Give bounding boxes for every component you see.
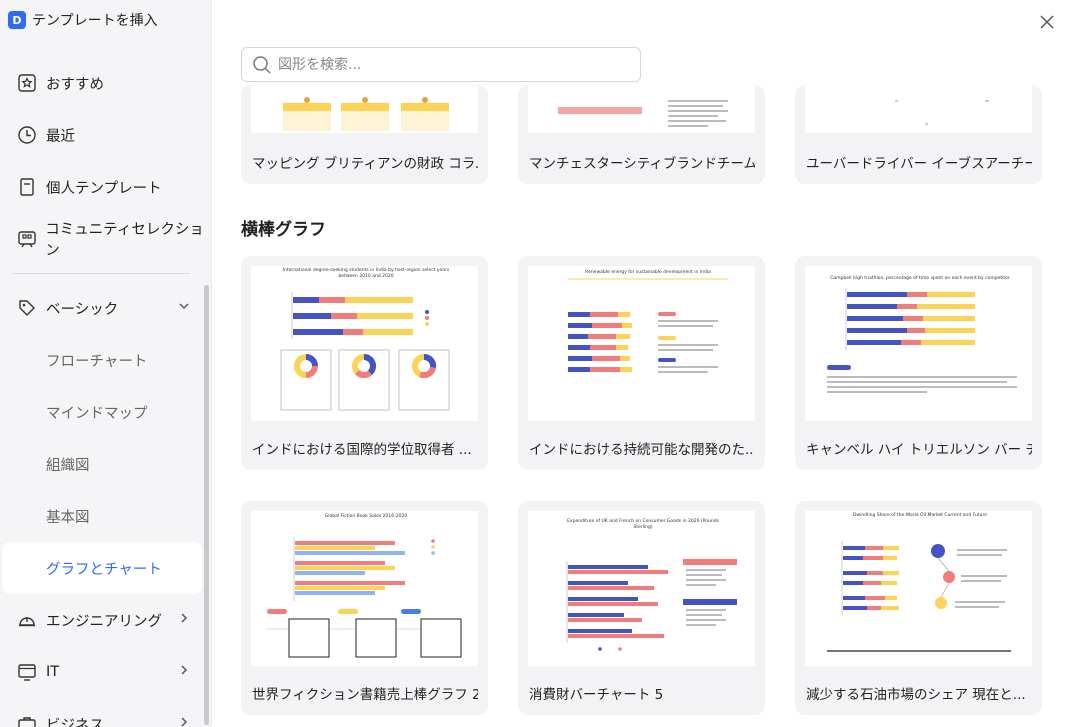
helmet-icon [16,609,38,631]
sidebar-item-engineering[interactable]: エンジニアリング [0,594,211,646]
template-card-title: マンチェスターシティブランドチームバリュ... [529,156,755,172]
sidebar-item-label: ベーシック [46,301,119,318]
app-title: D テンプレートを挿入 [8,10,158,30]
sidebar: D テンプレートを挿入 おすすめ 最近 個人テンプレート コミュニティセレクショ… [0,0,212,727]
search-box[interactable] [241,47,641,82]
sidebar-subitem-basic-diagram[interactable]: 基本図 [0,490,211,542]
template-card-title: ユーバードライバー イーブスアーチーパー ... [806,156,1032,172]
sidebar-item-label: コミュニティセレクション [45,222,204,259]
template-thumbnail: Dwindling Share of the World Oil Market … [805,511,1032,666]
template-thumbnail [805,85,1032,133]
sidebar-item-basic[interactable]: ベーシック [0,282,211,334]
sidebar-item-community[interactable]: コミュニティセレクション [0,213,211,265]
sidebar-item-it[interactable]: IT [0,646,211,698]
sidebar-item-personal-templates[interactable]: 個人テンプレート [0,161,211,213]
sidebar-divider [12,273,190,274]
sidebar-item-label: エンジニアリング [46,613,162,630]
template-thumbnail: Expenditure of UK and French on Consumer… [528,511,755,666]
sidebar-item-label: 個人テンプレート [46,180,162,197]
sidebar-subitem-mindmap[interactable]: マインドマップ [0,386,211,438]
app-title-text: テンプレートを挿入 [32,13,158,29]
template-card[interactable]: Global Fiction Book Sales 2016-2020 世界フィ… [241,501,488,715]
community-icon [16,228,37,250]
search-icon [253,55,271,74]
template-card-title: インドにおける国際的学位取得者 ... [252,442,472,458]
search-input[interactable] [278,56,618,73]
template-thumbnail: Global Fiction Book Sales 2016-2020 [251,511,478,666]
template-thumbnail [251,85,478,133]
chevron-right-icon [178,612,190,628]
template-card[interactable]: Campbell high triathlon, percentage of t… [795,256,1042,470]
template-card-title: マッピング ブリティアンの財政 コラム ... [252,156,478,172]
template-card[interactable]: マンチェスターシティブランドチームバリュ... [518,85,765,184]
sidebar-item-business[interactable]: ビジネス [0,698,211,727]
template-card-title: 世界フィクション書籍売上棒グラフ 2 [252,687,478,703]
briefcase-icon [16,713,38,727]
tag-icon [16,297,38,319]
sidebar-subitem-graphs-charts[interactable]: グラフとチャート [2,542,202,594]
template-card[interactable]: Dwindling Share of the World Oil Market … [795,501,1042,715]
template-card[interactable]: Renewable energy for sustainable develop… [518,256,765,470]
sidebar-item-label: ビジネス [46,717,104,727]
app-logo-icon: D [8,11,26,29]
template-thumbnail: International degree-seeking students in… [251,266,478,421]
sidebar-item-label: 最近 [46,128,75,145]
template-card[interactable]: ユーバードライバー イーブスアーチーパー ... [795,85,1042,184]
sidebar-subitem-flowchart[interactable]: フローチャート [0,334,211,386]
template-thumbnail: Renewable energy for sustainable develop… [528,266,755,421]
monitor-icon [16,661,38,683]
close-button[interactable] [1035,10,1059,34]
sidebar-nav: おすすめ 最近 個人テンプレート コミュニティセレクション ベーシック フローチ… [0,57,211,727]
section-title: 横棒グラフ [241,220,326,240]
chevron-right-icon [178,716,190,727]
template-thumbnail [528,85,755,133]
chevron-right-icon [178,664,190,680]
template-thumbnail: Campbell high triathlon, percentage of t… [805,266,1032,421]
sidebar-scrollbar[interactable] [204,285,209,725]
template-card[interactable]: Expenditure of UK and French on Consumer… [518,501,765,715]
star-icon [16,72,38,94]
template-card-title: キャンベル ハイ トリエルソン バー チ... [806,442,1032,458]
sidebar-item-label: おすすめ [46,76,104,93]
template-card-title: 消費財バーチャート 5 [529,687,664,703]
close-icon [1040,15,1054,29]
template-card-title: 減少する石油市場のシェア 現在と... [806,687,1026,703]
clock-icon [16,124,38,146]
template-card[interactable]: マッピング ブリティアンの財政 コラム ... [241,85,488,184]
sidebar-item-label: IT [46,664,60,680]
sidebar-item-recent[interactable]: 最近 [0,109,211,161]
document-icon [16,176,38,198]
template-card-title: インドにおける持続可能な開発のた... [529,442,755,458]
sidebar-item-recommended[interactable]: おすすめ [0,57,211,109]
template-card[interactable]: International degree-seeking students in… [241,256,488,470]
sidebar-subitem-orgchart[interactable]: 組織図 [0,438,211,490]
chevron-down-icon [178,300,190,316]
